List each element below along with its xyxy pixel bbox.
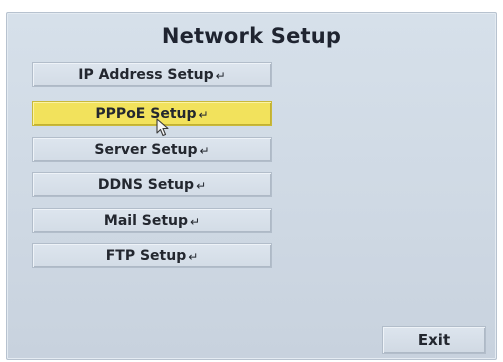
pppoe-setup-button[interactable]: PPPoE Setup ↵: [32, 101, 272, 126]
ftp-setup-label: FTP Setup: [105, 247, 187, 264]
enter-icon: ↵: [215, 68, 226, 83]
enter-icon: ↵: [188, 249, 199, 264]
server-setup-button[interactable]: Server Setup ↵: [32, 137, 272, 162]
exit-label: Exit: [417, 331, 451, 349]
mouse-pointer-icon: [156, 118, 169, 137]
mail-setup-label: Mail Setup: [103, 212, 189, 229]
ip-address-setup-label: IP Address Setup: [78, 66, 214, 83]
ddns-setup-label: DDNS Setup: [97, 176, 195, 193]
pppoe-setup-label: PPPoE Setup: [95, 105, 197, 122]
ddns-setup-button[interactable]: DDNS Setup ↵: [32, 172, 272, 197]
enter-icon: ↵: [198, 107, 209, 122]
ftp-setup-button[interactable]: FTP Setup ↵: [32, 243, 272, 268]
mail-setup-button[interactable]: Mail Setup ↵: [32, 208, 272, 233]
osd-screen: Network Setup IP Address Setup ↵ PPPoE Se…: [0, 0, 503, 362]
enter-icon: ↵: [196, 178, 207, 193]
ip-address-setup-button[interactable]: IP Address Setup ↵: [32, 62, 272, 87]
enter-icon: ↵: [199, 143, 210, 158]
enter-icon: ↵: [190, 214, 201, 229]
exit-button[interactable]: Exit: [382, 326, 486, 354]
server-setup-label: Server Setup: [94, 141, 198, 158]
page-title: Network Setup: [161, 24, 342, 48]
